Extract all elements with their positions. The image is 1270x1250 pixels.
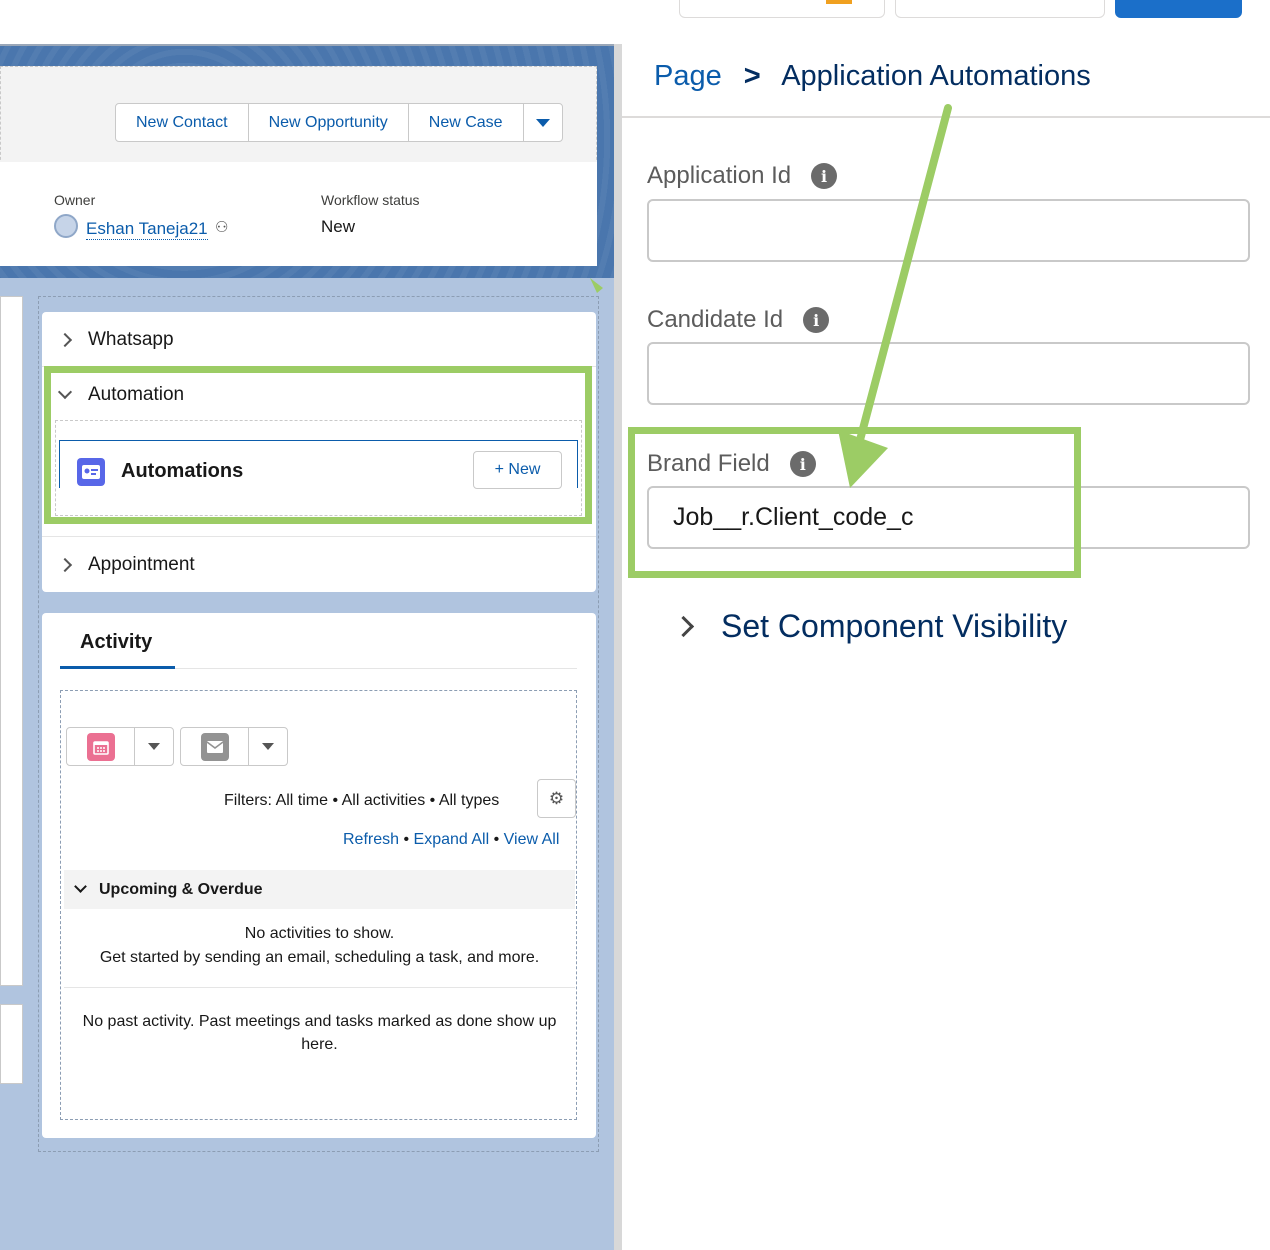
new-case-button[interactable]: New Case — [409, 104, 524, 141]
more-actions-button[interactable] — [524, 104, 562, 141]
field-label: Application Id — [647, 162, 792, 189]
new-contact-button[interactable]: New Contact — [116, 104, 249, 141]
event-options-button[interactable] — [135, 728, 173, 765]
activity-filters: Filters: All time • All activities • All… — [224, 792, 500, 809]
refresh-link[interactable]: Refresh — [343, 831, 399, 848]
gear-icon[interactable]: ⚙ — [537, 779, 576, 818]
owner-link[interactable]: Eshan Taneja21 — [86, 219, 208, 240]
upcoming-overdue-label: Upcoming & Overdue — [99, 880, 263, 898]
divider — [622, 116, 1270, 118]
accordion-section-whatsapp[interactable]: Whatsapp — [42, 314, 596, 366]
new-opportunity-button[interactable]: New Opportunity — [249, 104, 409, 141]
email-icon — [200, 732, 229, 761]
view-all-link[interactable]: View All — [504, 831, 560, 848]
chevron-right-icon — [672, 615, 695, 638]
top-toolbar — [0, 0, 1270, 44]
workflow-status-value: New — [321, 217, 356, 236]
field-label: Candidate Id — [647, 306, 784, 333]
candidate-id-label: Candidate Id i — [647, 306, 830, 334]
candidate-id-input[interactable] — [647, 342, 1250, 405]
send-email-button[interactable] — [181, 728, 249, 765]
visibility-label: Set Component Visibility — [721, 608, 1068, 644]
toolbar-indicator — [826, 0, 852, 4]
past-activity-text: No past activity. Past meetings and task… — [82, 1013, 557, 1030]
send-email-button-group — [180, 727, 288, 766]
panel-divider[interactable] — [614, 44, 622, 1250]
tab-activity[interactable]: Activity — [80, 631, 152, 654]
component-visibility-toggle[interactable]: Set Component Visibility — [672, 608, 1068, 645]
empty-state-hint: Get started by sending an email, schedul… — [99, 949, 540, 966]
breadcrumb-separator: > — [743, 60, 761, 92]
owner-label: Owner — [54, 192, 96, 208]
highlight-box — [44, 366, 592, 524]
divider — [64, 987, 575, 988]
calendar-icon — [86, 732, 115, 761]
chevron-down-icon — [148, 743, 160, 750]
chevron-down-icon — [262, 743, 274, 750]
email-options-button[interactable] — [249, 728, 287, 765]
expand-all-link[interactable]: Expand All — [414, 831, 490, 848]
accordion-section-appointment[interactable]: Appointment — [42, 539, 596, 591]
timeline-links: Refresh • Expand All • View All — [343, 831, 559, 849]
info-icon[interactable]: i — [811, 163, 838, 189]
save-button[interactable] — [1115, 0, 1242, 18]
breadcrumb-current: Application Automations — [781, 60, 1091, 92]
chevron-down-icon — [74, 880, 87, 893]
past-activity-text-cont: here. — [301, 1036, 338, 1053]
divider — [42, 536, 596, 537]
highlight-box — [628, 427, 1081, 578]
chevron-right-icon — [57, 557, 73, 573]
chevron-down-icon — [535, 118, 550, 127]
change-owner-icon[interactable]: ⚇ — [215, 218, 228, 236]
application-id-label: Application Id i — [647, 162, 838, 190]
accordion-label: Appointment — [88, 554, 195, 575]
toolbar-button[interactable] — [679, 0, 885, 18]
application-id-input[interactable] — [647, 199, 1250, 262]
new-event-button[interactable] — [67, 728, 135, 765]
breadcrumb-page-link[interactable]: Page — [654, 60, 722, 92]
dot-separator: • — [403, 831, 414, 848]
dot-separator: • — [493, 831, 504, 848]
left-column-card[interactable] — [0, 1004, 23, 1084]
record-highlights — [0, 162, 597, 266]
empty-state-line: No activities to show. — [244, 925, 395, 942]
new-event-button-group — [66, 727, 174, 766]
avatar — [54, 214, 78, 238]
info-icon[interactable]: i — [803, 307, 830, 333]
chevron-right-icon — [57, 332, 73, 348]
action-button-group: New Contact New Opportunity New Case — [115, 103, 563, 142]
toolbar-button[interactable] — [895, 0, 1105, 18]
upcoming-overdue-header[interactable]: Upcoming & Overdue — [64, 870, 575, 909]
left-column[interactable] — [0, 296, 23, 986]
active-tab-indicator — [60, 666, 175, 669]
breadcrumb: Page > Application Automations — [654, 60, 1091, 93]
workflow-status-label: Workflow status — [321, 192, 420, 208]
accordion-label: Whatsapp — [88, 329, 174, 350]
